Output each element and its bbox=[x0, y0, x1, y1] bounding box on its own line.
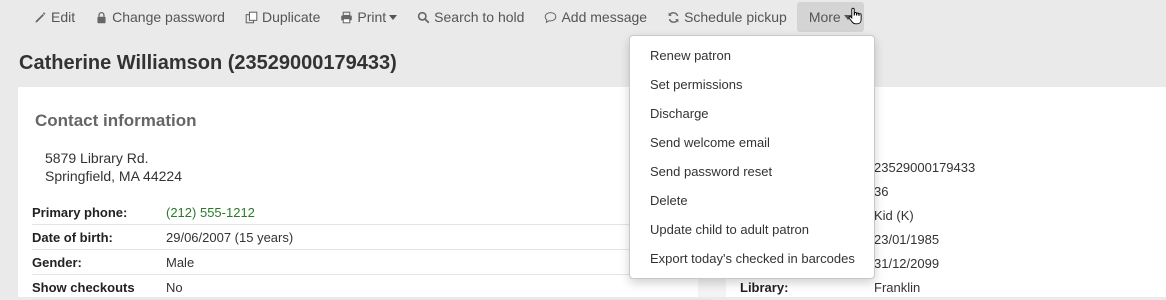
change-password-button[interactable]: Change password bbox=[85, 2, 235, 32]
category-value: Kid (K) bbox=[874, 207, 914, 223]
printer-icon bbox=[340, 11, 353, 24]
info-row-gender: Gender: Male bbox=[32, 250, 712, 275]
schedule-pickup-button[interactable]: Schedule pickup bbox=[657, 2, 797, 32]
change-password-label: Change password bbox=[112, 9, 225, 25]
pencil-icon bbox=[34, 11, 47, 24]
print-button[interactable]: Print bbox=[330, 2, 407, 32]
hand-cursor-icon bbox=[848, 7, 862, 25]
more-label: More bbox=[808, 9, 841, 25]
row-label: Gender: bbox=[32, 254, 82, 270]
row-label: Primary phone: bbox=[32, 204, 128, 220]
refresh-icon bbox=[667, 11, 680, 24]
patron-toolbar: Edit Change password Duplicate Print Sea… bbox=[24, 2, 864, 32]
page-title: Catherine Williamson (23529000179433) bbox=[19, 52, 397, 74]
menu-item-export-checked-in-barcodes[interactable]: Export today's checked in barcodes bbox=[630, 244, 874, 273]
info-row-show-checkouts: Show checkouts No bbox=[32, 275, 712, 300]
row-label: Library: bbox=[740, 279, 789, 295]
menu-item-send-password-reset[interactable]: Send password reset bbox=[630, 157, 874, 186]
menu-item-set-permissions[interactable]: Set permissions bbox=[630, 70, 874, 99]
print-label: Print bbox=[357, 9, 387, 25]
gender-value: Male bbox=[166, 254, 195, 270]
row-label: Date of birth: bbox=[32, 229, 113, 245]
primary-phone-value[interactable]: (212) 555-1212 bbox=[166, 205, 255, 220]
row-label: Show checkouts bbox=[32, 279, 135, 295]
menu-item-update-child-to-adult[interactable]: Update child to adult patron bbox=[630, 215, 874, 244]
caret-down-icon bbox=[389, 14, 398, 20]
info-row-primary-phone: Primary phone: (212) 555-1212 bbox=[32, 200, 712, 225]
registration-date-value: 23/01/1985 bbox=[874, 231, 940, 247]
show-checkouts-value: No bbox=[166, 279, 183, 295]
more-dropdown-menu: Renew patron Set permissions Discharge S… bbox=[629, 35, 875, 279]
cardnumber-value: 23529000179433 bbox=[874, 159, 976, 175]
date-of-birth-value: 29/06/2007 (15 years) bbox=[166, 229, 294, 245]
menu-item-send-welcome-email[interactable]: Send welcome email bbox=[630, 128, 874, 157]
edit-label: Edit bbox=[51, 9, 76, 25]
search-to-hold-button[interactable]: Search to hold bbox=[407, 2, 534, 32]
borrowernumber-value: 36 bbox=[874, 183, 889, 199]
library-value: Franklin bbox=[874, 279, 921, 295]
lock-icon bbox=[95, 11, 108, 24]
menu-item-renew-patron[interactable]: Renew patron bbox=[630, 41, 874, 70]
copy-icon bbox=[245, 11, 258, 24]
contact-panel: Contact information 5879 Library Rd. Spr… bbox=[18, 87, 712, 300]
menu-item-delete[interactable]: Delete bbox=[630, 186, 874, 215]
address-line-2: Springfield, MA 44224 bbox=[45, 168, 182, 184]
duplicate-button[interactable]: Duplicate bbox=[235, 2, 330, 32]
menu-item-discharge[interactable]: Discharge bbox=[630, 99, 874, 128]
expiration-date-value: 31/12/2099 bbox=[874, 255, 940, 271]
patron-address: 5879 Library Rd. Springfield, MA 44224 bbox=[45, 149, 182, 185]
duplicate-label: Duplicate bbox=[261, 9, 321, 25]
schedule-pickup-label: Schedule pickup bbox=[684, 9, 787, 25]
search-to-hold-label: Search to hold bbox=[434, 9, 525, 25]
address-line-1: 5879 Library Rd. bbox=[45, 150, 149, 166]
contact-heading: Contact information bbox=[35, 111, 197, 130]
add-message-button[interactable]: Add message bbox=[534, 2, 657, 32]
add-message-label: Add message bbox=[561, 9, 648, 25]
info-row-date-of-birth: Date of birth: 29/06/2007 (15 years) bbox=[32, 225, 712, 250]
search-icon bbox=[417, 11, 430, 24]
contact-details: Primary phone: (212) 555-1212 Date of bi… bbox=[32, 200, 712, 300]
comment-icon bbox=[544, 11, 557, 24]
edit-button[interactable]: Edit bbox=[24, 2, 85, 32]
